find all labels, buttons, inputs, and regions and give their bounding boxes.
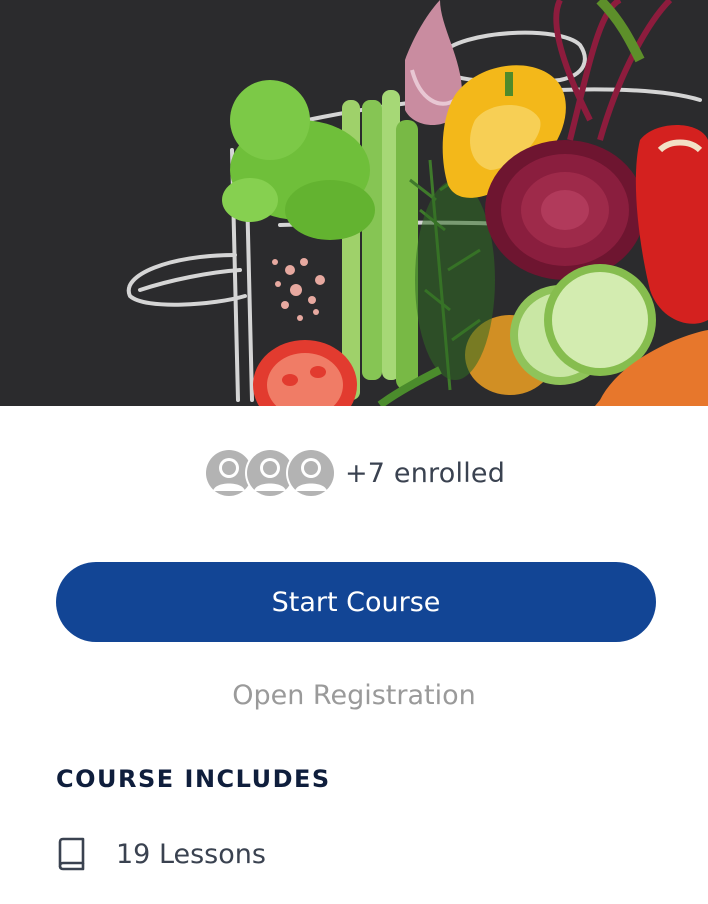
- user-avatar-icon: [285, 448, 336, 498]
- course-card: +7 enrolled Start Course Open Registrati…: [0, 0, 708, 904]
- course-includes-heading: COURSE INCLUDES: [56, 765, 331, 793]
- course-hero-image: [0, 0, 708, 406]
- lessons-count: 19 Lessons: [116, 838, 266, 870]
- enrolled-count: +7 enrolled: [344, 457, 506, 489]
- start-course-button[interactable]: Start Course: [56, 562, 656, 642]
- enrollment-summary: +7 enrolled: [0, 446, 708, 500]
- include-item-lessons: 19 Lessons: [56, 834, 266, 874]
- registration-status: Open Registration: [232, 680, 476, 711]
- book-icon: [56, 836, 90, 872]
- avatar-group: [203, 447, 337, 499]
